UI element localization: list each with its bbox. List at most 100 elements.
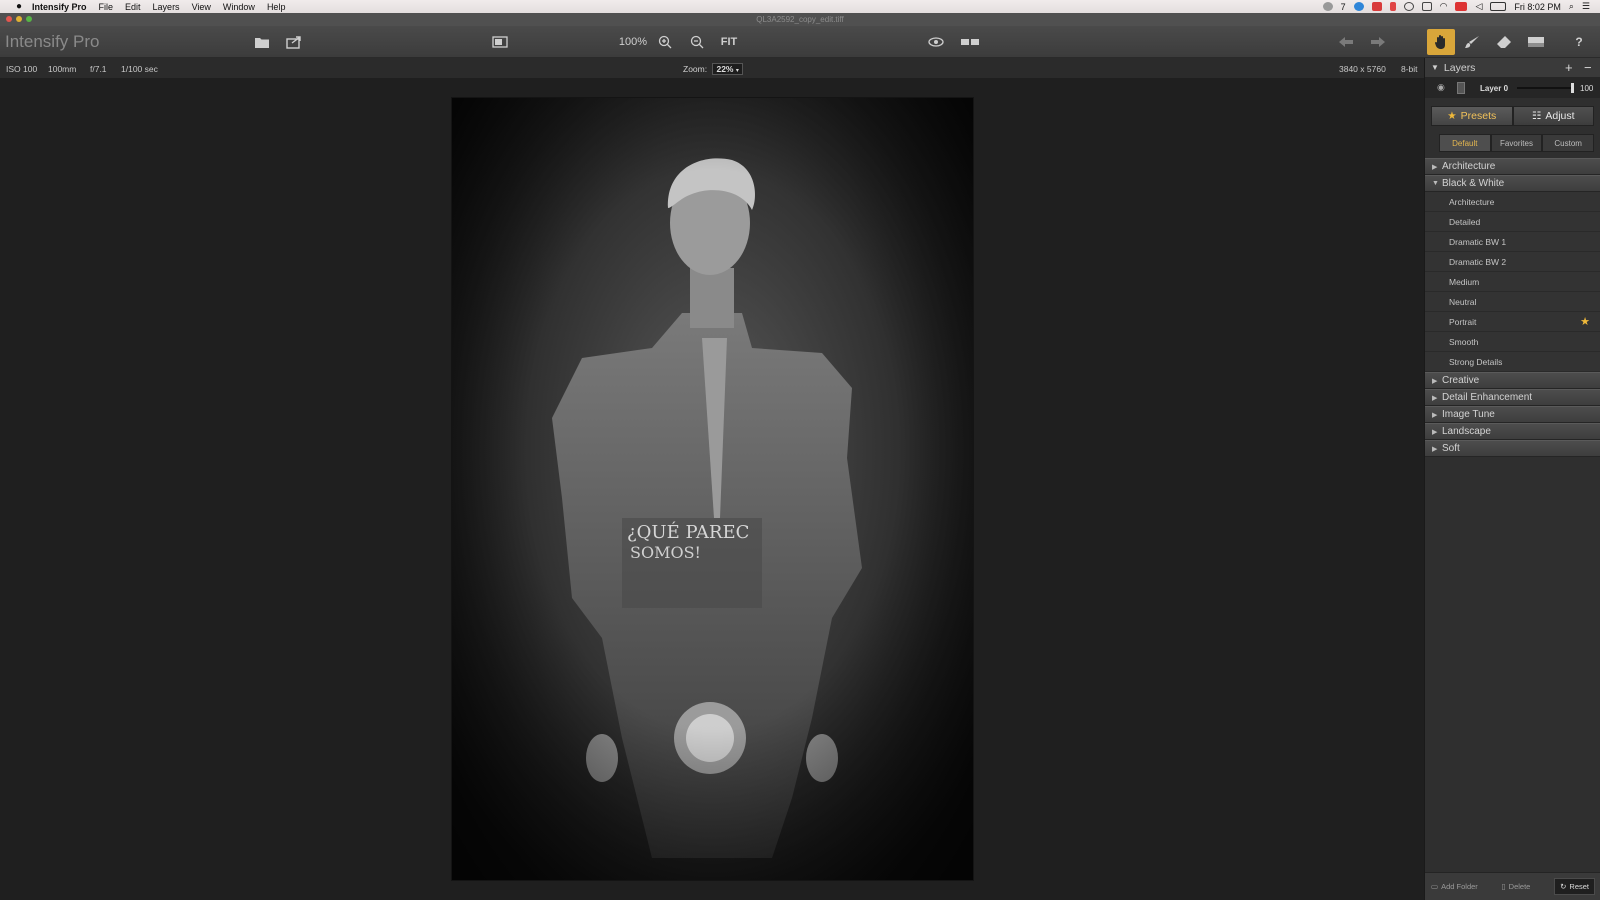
delete-button[interactable]: ▯ Delete bbox=[1502, 882, 1531, 891]
close-window-icon[interactable] bbox=[6, 16, 12, 22]
menu-help[interactable]: Help bbox=[267, 2, 286, 12]
zoom-select[interactable]: 22% ▾ bbox=[712, 63, 743, 75]
delete-label: Delete bbox=[1508, 882, 1531, 891]
battery-icon[interactable] bbox=[1490, 2, 1507, 11]
group-detail-enhancement[interactable]: ▶ Detail Enhancement bbox=[1425, 389, 1600, 406]
add-folder-label: Add Folder bbox=[1441, 882, 1478, 891]
menu-view[interactable]: View bbox=[192, 2, 211, 12]
minimize-window-icon[interactable] bbox=[16, 16, 22, 22]
group-landscape[interactable]: ▶ Landscape bbox=[1425, 423, 1600, 440]
group-black-white[interactable]: ▼ Black & White bbox=[1425, 175, 1600, 192]
zoom-100-button[interactable]: 100% bbox=[618, 33, 648, 51]
zoom-in-icon bbox=[658, 35, 672, 49]
preset-detailed[interactable]: Detailed bbox=[1425, 212, 1600, 232]
slider-knob[interactable] bbox=[1571, 83, 1574, 93]
add-layer-button[interactable]: + bbox=[1565, 60, 1573, 75]
folder-icon: ▭ bbox=[1431, 882, 1439, 891]
disclosure-right-icon: ▶ bbox=[1432, 394, 1438, 402]
status-blue-icon[interactable] bbox=[1353, 2, 1364, 11]
preset-dramatic-bw-1[interactable]: Dramatic BW 1 bbox=[1425, 232, 1600, 252]
focal-length: 100mm bbox=[48, 64, 77, 74]
layer-opacity-slider[interactable] bbox=[1517, 83, 1574, 93]
menu-status-area: 7 ◠ ◁ Fri 8:02 PM ⌕ ☰ bbox=[1322, 0, 1590, 13]
brush-tool-button[interactable] bbox=[1461, 33, 1483, 51]
image-canvas[interactable]: ¿QUÉ PAREC SOMOS! bbox=[0, 78, 1424, 900]
group-image-tune[interactable]: ▶ Image Tune bbox=[1425, 406, 1600, 423]
group-creative[interactable]: ▶ Creative bbox=[1425, 372, 1600, 389]
remove-layer-button[interactable]: − bbox=[1584, 60, 1592, 75]
tab-adjust[interactable]: ☷ Adjust bbox=[1512, 106, 1594, 126]
hand-tool-button[interactable] bbox=[1427, 29, 1455, 55]
apple-icon[interactable]: ● bbox=[12, 1, 26, 12]
time-machine-icon[interactable] bbox=[1403, 2, 1414, 11]
share-button[interactable] bbox=[284, 33, 304, 51]
iso-value: ISO 100 bbox=[6, 64, 38, 74]
preview-toggle-button[interactable] bbox=[926, 33, 946, 51]
bluetooth-icon[interactable] bbox=[1421, 2, 1432, 11]
menu-layers[interactable]: Layers bbox=[153, 2, 180, 12]
disclosure-right-icon: ▶ bbox=[1432, 428, 1438, 436]
status-count[interactable]: 7 bbox=[1341, 2, 1346, 12]
add-folder-button[interactable]: ▭ Add Folder bbox=[1431, 882, 1478, 891]
preset-label: Detailed bbox=[1449, 216, 1481, 227]
group-soft[interactable]: ▶ Soft bbox=[1425, 440, 1600, 457]
favorite-star-icon[interactable]: ★ bbox=[1580, 315, 1590, 328]
menu-window[interactable]: Window bbox=[223, 2, 255, 12]
menu-file[interactable]: File bbox=[99, 2, 114, 12]
sliders-icon: ☷ bbox=[1531, 110, 1542, 122]
zoom-in-button[interactable] bbox=[656, 33, 674, 51]
eraser-tool-button[interactable] bbox=[1493, 33, 1515, 51]
before-after-button[interactable] bbox=[958, 33, 982, 51]
help-button[interactable]: ? bbox=[1569, 33, 1589, 51]
layers-header[interactable]: ▼ Layers + − bbox=[1425, 58, 1600, 78]
group-architecture[interactable]: ▶ Architecture bbox=[1425, 158, 1600, 175]
menu-app-name[interactable]: Intensify Pro bbox=[32, 2, 87, 12]
gradient-icon bbox=[1528, 37, 1544, 47]
gradient-tool-button[interactable] bbox=[1525, 33, 1547, 51]
preset-filter-tabs: Default Favorites Custom bbox=[1439, 134, 1595, 152]
layer-visibility-icon[interactable]: ◉ bbox=[1437, 82, 1445, 93]
compare-layout-button[interactable] bbox=[490, 33, 510, 51]
tab-presets[interactable]: ★ Presets bbox=[1431, 106, 1513, 126]
notification-list-icon[interactable]: ☰ bbox=[1582, 1, 1590, 12]
window-controls bbox=[6, 16, 32, 22]
preset-label: Dramatic BW 2 bbox=[1449, 256, 1507, 267]
folder-icon bbox=[255, 37, 269, 48]
fit-button[interactable]: FIT bbox=[718, 33, 740, 51]
preset-portrait[interactable]: Portrait ★ bbox=[1425, 312, 1600, 332]
star-icon: ★ bbox=[1447, 110, 1457, 122]
preset-strong-details[interactable]: Strong Details bbox=[1425, 352, 1600, 372]
disclosure-down-icon: ▼ bbox=[1432, 180, 1439, 187]
preset-smooth[interactable]: Smooth bbox=[1425, 332, 1600, 352]
group-label: Landscape bbox=[1442, 426, 1491, 437]
status-red-icon[interactable] bbox=[1371, 2, 1382, 11]
redo-button[interactable] bbox=[1368, 33, 1388, 51]
menu-clock[interactable]: Fri 8:02 PM bbox=[1514, 2, 1561, 12]
volume-icon[interactable]: ◁ bbox=[1475, 1, 1482, 12]
zoom-window-icon[interactable] bbox=[26, 16, 32, 22]
reset-button[interactable]: ↻ Reset bbox=[1554, 878, 1595, 895]
preset-dramatic-bw-2[interactable]: Dramatic BW 2 bbox=[1425, 252, 1600, 272]
menu-edit[interactable]: Edit bbox=[125, 2, 141, 12]
photo-preview[interactable]: ¿QUÉ PAREC SOMOS! bbox=[452, 98, 973, 880]
subtab-custom[interactable]: Custom bbox=[1542, 134, 1595, 152]
subtab-favorites[interactable]: Favorites bbox=[1490, 134, 1543, 152]
status-flame-icon[interactable] bbox=[1389, 2, 1396, 11]
hand-icon bbox=[1435, 35, 1445, 49]
open-folder-button[interactable] bbox=[252, 33, 272, 51]
layer-row[interactable]: ◉ Layer 0 100 bbox=[1425, 78, 1600, 98]
zoom-out-button[interactable] bbox=[688, 33, 706, 51]
group-label: Soft bbox=[1442, 443, 1460, 454]
undo-button[interactable] bbox=[1336, 33, 1356, 51]
subtab-default[interactable]: Default bbox=[1439, 134, 1491, 152]
tab-adjust-label: Adjust bbox=[1545, 110, 1575, 122]
spotlight-search-icon[interactable]: ⌕ bbox=[1569, 1, 1574, 12]
wifi-icon[interactable]: ◠ bbox=[1440, 1, 1448, 12]
preset-neutral[interactable]: Neutral bbox=[1425, 292, 1600, 312]
preset-architecture[interactable]: Architecture bbox=[1425, 192, 1600, 212]
preset-label: Architecture bbox=[1449, 196, 1495, 207]
status-circle-icon[interactable] bbox=[1322, 2, 1333, 11]
preset-medium[interactable]: Medium bbox=[1425, 272, 1600, 292]
flag-icon[interactable] bbox=[1455, 2, 1468, 11]
layers-title: Layers bbox=[1443, 61, 1476, 74]
